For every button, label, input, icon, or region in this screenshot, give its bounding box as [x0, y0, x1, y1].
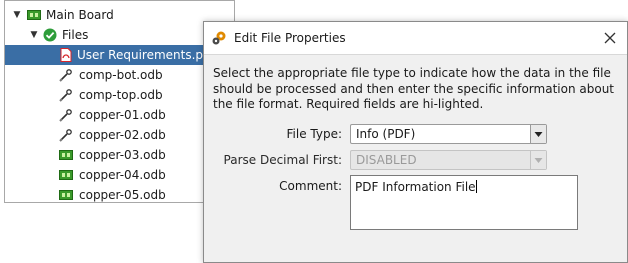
- tree-item[interactable]: copper-03.odb: [5, 145, 234, 165]
- probe-icon: [59, 68, 73, 82]
- tree-item-label: comp-top.odb: [79, 88, 163, 102]
- collapse-toggle-icon[interactable]: ▼: [29, 25, 39, 45]
- comment-textarea[interactable]: PDF Information File: [350, 175, 578, 230]
- tree-root-label: Main Board: [46, 8, 114, 22]
- tree-item[interactable]: comp-bot.odb: [5, 65, 234, 85]
- circuit-board-icon: [59, 168, 73, 182]
- probe-icon: [59, 108, 73, 122]
- tree-item-label: copper-02.odb: [79, 128, 166, 142]
- probe-icon: [59, 128, 73, 142]
- comment-label: Comment:: [279, 179, 342, 193]
- tree-item-selected[interactable]: User Requirements.pdf: [5, 45, 234, 65]
- gears-icon: [211, 30, 227, 46]
- comment-value: PDF Information File: [355, 180, 476, 194]
- circuit-board-icon: [27, 8, 41, 22]
- file-type-select[interactable]: Info (PDF): [350, 124, 547, 144]
- circuit-board-icon: [59, 148, 73, 162]
- circuit-board-icon: [59, 188, 73, 202]
- tree-folder-label: Files: [62, 28, 89, 42]
- tree-item-label: copper-05.odb: [79, 188, 166, 202]
- dialog-title: Edit File Properties: [234, 31, 346, 45]
- collapse-toggle-icon[interactable]: ▼: [12, 5, 22, 25]
- file-tree: ▼ Main Board ▼ Files User Requirements.p…: [4, 0, 235, 203]
- dialog-titlebar[interactable]: Edit File Properties: [204, 22, 627, 55]
- dialog-description: Select the appropriate file type to indi…: [213, 66, 614, 111]
- tree-item-label: copper-04.odb: [79, 168, 166, 182]
- edit-file-properties-dialog: Edit File Properties Select the appropri…: [203, 21, 628, 263]
- check-circle-icon: [43, 28, 57, 42]
- tree-item-label: copper-03.odb: [79, 148, 166, 162]
- parse-decimal-select[interactable]: DISABLED: [350, 150, 547, 170]
- tree-item-label: copper-01.odb: [79, 108, 166, 122]
- tree-item[interactable]: copper-02.odb: [5, 125, 234, 145]
- tree-item[interactable]: copper-01.odb: [5, 105, 234, 125]
- tree-item[interactable]: copper-05.odb: [5, 185, 234, 205]
- probe-icon: [59, 88, 73, 102]
- text-caret: [475, 180, 477, 193]
- tree-folder-files[interactable]: ▼ Files: [5, 25, 234, 45]
- tree-item-label: User Requirements.pdf: [77, 48, 215, 62]
- pdf-file-icon: [59, 48, 73, 62]
- chevron-down-icon: [530, 151, 546, 169]
- chevron-down-icon[interactable]: [530, 125, 546, 143]
- tree-item-label: comp-bot.odb: [79, 68, 163, 82]
- tree-item[interactable]: comp-top.odb: [5, 85, 234, 105]
- close-icon[interactable]: [599, 27, 621, 49]
- parse-decimal-label: Parse Decimal First:: [223, 153, 342, 167]
- tree-root[interactable]: ▼ Main Board: [5, 5, 234, 25]
- tree-item[interactable]: copper-04.odb: [5, 165, 234, 185]
- file-type-label: File Type:: [286, 127, 343, 141]
- parse-decimal-value: DISABLED: [356, 153, 417, 167]
- file-type-value: Info (PDF): [356, 127, 416, 141]
